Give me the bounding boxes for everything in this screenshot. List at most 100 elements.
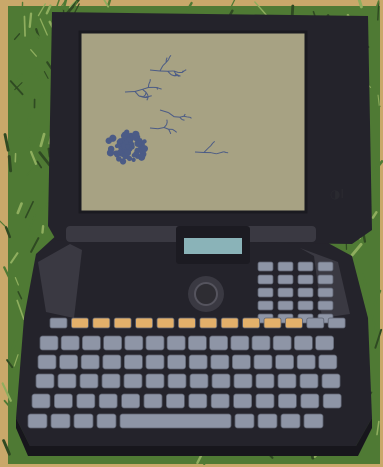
- keyboard-key: [188, 393, 208, 409]
- keyboard-key: [59, 354, 78, 370]
- keyboard-key: [277, 393, 297, 409]
- keyboard-key: [80, 354, 100, 370]
- fractal-stroke: [181, 119, 185, 121]
- keyboard-key: [322, 393, 342, 409]
- keyboard-key: [277, 373, 297, 389]
- function-key: [156, 317, 175, 329]
- keyboard-key: [57, 373, 77, 389]
- fractal-blob-dot: [140, 145, 148, 153]
- fractal-blob-dot: [120, 132, 128, 139]
- function-key: [113, 317, 132, 329]
- keyboard-key: [255, 393, 275, 409]
- keyboard-key: [187, 335, 207, 351]
- keyboard-key: [73, 413, 94, 429]
- keypad-key: [257, 300, 274, 311]
- keypad-key: [317, 261, 334, 272]
- keypad-key: [277, 261, 294, 272]
- fractal-blob-dot: [142, 139, 147, 144]
- fractal-blob-dot: [109, 134, 117, 142]
- keyboard-key: [103, 335, 122, 351]
- keyboard-key: [275, 354, 295, 370]
- keyboard-key: [98, 393, 118, 409]
- fractal-stroke: [166, 121, 168, 125]
- keyboard-key: [210, 354, 230, 370]
- function-key: [306, 317, 325, 329]
- keyboard-key: [76, 393, 96, 409]
- keyboard-key: [211, 373, 231, 389]
- fractal-blob-dot: [117, 138, 123, 144]
- keyboard-key: [293, 335, 313, 351]
- keyboard-key: [60, 335, 80, 351]
- keypad-key: [297, 287, 314, 298]
- fractal-blob-dot: [132, 130, 140, 139]
- grass-blade: [23, 15, 26, 37]
- keyboard-key: [321, 373, 341, 389]
- keyboard-key: [82, 335, 101, 351]
- keyboard-key: [124, 354, 143, 370]
- fractal-blob-dot: [131, 157, 136, 162]
- fractal-blob-dot: [117, 149, 123, 155]
- keyboard-key: [37, 354, 57, 370]
- fractal-blob-dot: [119, 158, 127, 165]
- keyboard-key: [54, 393, 73, 409]
- grass-blade: [28, 12, 33, 29]
- keyboard-key: [234, 413, 255, 429]
- keyboard-key: [253, 354, 273, 370]
- keyboard-key: [300, 393, 320, 409]
- keyboard-key: [121, 393, 140, 409]
- status-lcd: [184, 238, 242, 254]
- keyboard-key: [102, 354, 122, 370]
- keypad-key: [317, 287, 334, 298]
- keyboard-key: [167, 354, 187, 370]
- function-key: [284, 317, 303, 329]
- keyboard-key: [27, 413, 48, 429]
- keyboard-key: [210, 393, 230, 409]
- grass-blade: [21, 1, 24, 23]
- keyboard-key: [119, 413, 232, 429]
- fractal-stroke: [147, 83, 150, 88]
- function-key: [327, 317, 346, 329]
- keyboard-key: [280, 413, 301, 429]
- fractal-blob-dot: [125, 144, 130, 149]
- keyboard-key: [315, 335, 335, 351]
- keyboard-key: [96, 413, 117, 429]
- screen: [78, 30, 308, 214]
- grass-blade: [27, 109, 32, 126]
- keyboard-key: [143, 393, 163, 409]
- keyboard-key: [145, 373, 165, 389]
- keyboard-key: [231, 354, 251, 370]
- laptop-photo: ◑I: [0, 0, 383, 467]
- keyboard-key: [189, 373, 209, 389]
- keyboard-key: [233, 393, 253, 409]
- keypad-key: [257, 287, 274, 298]
- fractal-blob-dot: [113, 150, 118, 155]
- function-key: [242, 317, 261, 329]
- fractal-blob-dot: [134, 140, 142, 148]
- keyboard-key: [296, 354, 316, 370]
- fractal-stroke: [159, 87, 162, 90]
- laptop-lid: ◑I: [48, 12, 372, 264]
- keypad-key: [317, 300, 334, 311]
- keyboard-key: [166, 335, 186, 351]
- keypad-key: [257, 261, 274, 272]
- keypad-key: [297, 300, 314, 311]
- keyboard-key: [124, 335, 144, 351]
- fractal-blob-dot: [106, 149, 115, 157]
- fractal-blob-dot: [124, 149, 132, 157]
- keypad-key: [277, 274, 294, 285]
- keypad-key: [257, 274, 274, 285]
- keyboard-key: [318, 354, 338, 370]
- keyboard-key: [50, 413, 71, 429]
- grass-blade: [41, 225, 45, 234]
- keyboard-key: [101, 373, 121, 389]
- function-key: [71, 317, 89, 329]
- fractal-stroke: [145, 96, 148, 98]
- keyboard-key: [167, 373, 187, 389]
- keyboard-key: [251, 335, 271, 351]
- keyboard-key: [79, 373, 99, 389]
- keypad-key: [277, 287, 294, 298]
- trackball: [194, 282, 218, 306]
- function-key: [92, 317, 111, 329]
- keypad-key: [277, 300, 294, 311]
- keyboard-key: [230, 335, 250, 351]
